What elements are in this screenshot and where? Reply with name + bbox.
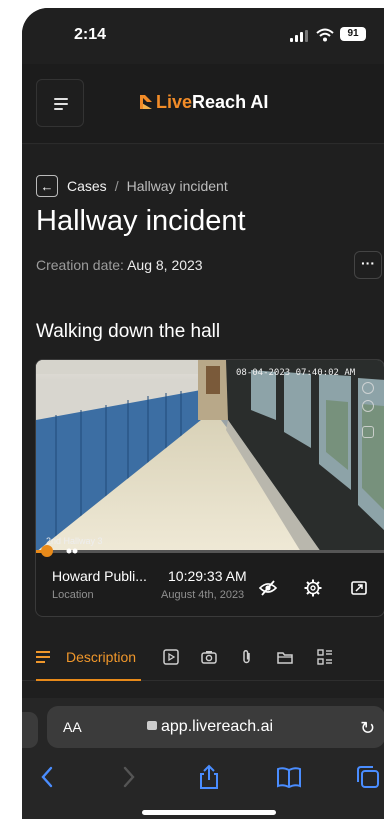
share-icon[interactable] — [198, 764, 220, 790]
app-header: LiveReach AI — [22, 64, 384, 144]
wifi-icon — [316, 28, 334, 42]
fullscreen-icon[interactable] — [349, 578, 369, 598]
previous-tab-preview[interactable] — [22, 712, 38, 748]
folder-icon[interactable] — [276, 648, 294, 666]
page-title: Hallway incident — [36, 205, 246, 237]
camera-icon[interactable] — [200, 648, 218, 666]
zoom-out-icon[interactable] — [362, 400, 374, 412]
tab-bar: Description — [22, 635, 384, 681]
video-timestamp-overlay: 08-04-2023 07:40:02 AM — [236, 368, 356, 378]
tabs-icon[interactable] — [356, 764, 380, 790]
status-time: 2:14 — [74, 26, 107, 43]
home-indicator — [142, 810, 276, 815]
progress-track[interactable] — [36, 550, 384, 553]
creation-date-value: Aug 8, 2023 — [127, 257, 203, 273]
brand-logo[interactable]: LiveReach AI — [140, 92, 268, 113]
address-bar[interactable]: AA app.livereach.ai ↻ — [47, 706, 384, 748]
settings-icon[interactable] — [303, 578, 323, 598]
creation-date-label: Creation date: — [36, 257, 124, 273]
zoom-in-icon[interactable] — [362, 382, 374, 394]
bookmarks-icon[interactable] — [276, 764, 302, 790]
description-icon — [36, 651, 50, 663]
checklist-icon[interactable] — [316, 648, 334, 666]
forward-icon[interactable] — [122, 764, 136, 790]
location-label: Location — [52, 589, 94, 601]
breadcrumb: ← Cases / Hallway incident — [36, 175, 228, 197]
signal-icon — [290, 30, 308, 42]
video-frame[interactable] — [36, 360, 384, 552]
battery-indicator: 91 — [340, 27, 366, 41]
snapshot-icon[interactable] — [362, 426, 374, 438]
section-title: Walking down the hall — [36, 321, 221, 342]
more-options-button[interactable]: ··· — [354, 251, 382, 279]
text-size-button[interactable]: AA — [63, 719, 82, 735]
paperclip-icon[interactable] — [238, 648, 256, 666]
video-icon[interactable] — [162, 648, 180, 666]
tab-description[interactable]: Description — [36, 635, 141, 681]
camera-label: 2nd Hallway 3 — [46, 536, 103, 546]
location-name: Howard Publi... — [52, 568, 147, 584]
back-icon[interactable] — [40, 764, 54, 790]
breadcrumb-current: Hallway incident — [126, 178, 228, 194]
brand-prefix: Live — [156, 92, 193, 112]
tab-description-label: Description — [66, 649, 137, 665]
main-content: ← Cases / Hallway incident Hallway incid… — [22, 145, 384, 705]
video-date: August 4th, 2023 — [161, 589, 245, 601]
back-arrow-icon[interactable]: ← — [36, 175, 58, 197]
breadcrumb-separator: / — [114, 178, 119, 194]
url-text[interactable]: app.livereach.ai — [144, 718, 273, 736]
progress-knob[interactable] — [41, 545, 53, 557]
menu-icon — [54, 98, 68, 100]
phone-screen: 2:14 91 LiveReach AI ← Cases / Hallway i… — [22, 8, 384, 819]
event-markers — [66, 548, 78, 554]
video-card: 08-04-2023 07:40:02 AM 2nd Hallway 3 How… — [35, 359, 384, 617]
brand-suffix: Reach AI — [192, 92, 269, 112]
logo-icon — [140, 95, 152, 109]
browser-toolbar: AA app.livereach.ai ↻ — [22, 698, 384, 819]
video-time: 10:29:33 AM — [168, 568, 247, 584]
breadcrumb-parent[interactable]: Cases — [67, 178, 107, 194]
creation-date: Creation date: Aug 8, 2023 — [36, 257, 203, 273]
status-bar: 2:14 91 — [22, 8, 384, 64]
reload-icon[interactable]: ↻ — [360, 718, 375, 739]
hide-icon[interactable] — [258, 578, 278, 598]
menu-button[interactable] — [36, 79, 84, 127]
